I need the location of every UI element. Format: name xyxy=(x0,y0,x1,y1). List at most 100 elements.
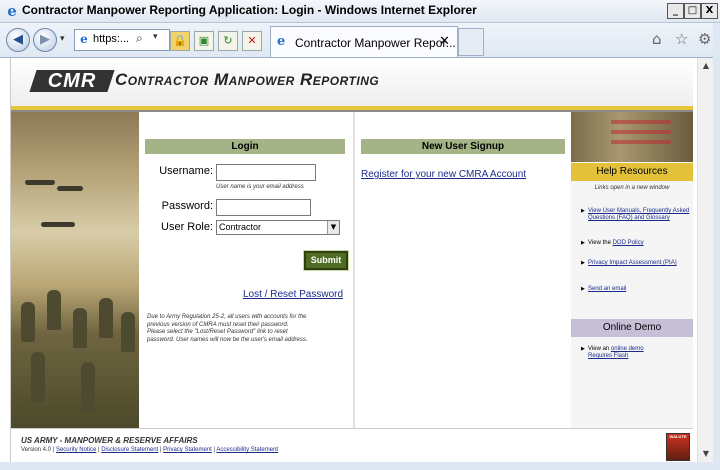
note-line: password. User names will now be the use… xyxy=(147,336,308,343)
username-hint: User name is your email address xyxy=(216,184,304,190)
help-subtitle: Links open in a new window xyxy=(594,185,670,191)
browser-navbar: ◀ ▶ ▾ e https:... ⌕ ▾ 🔒 ▣ ↻ ✕ e Contract… xyxy=(0,23,720,58)
online-demo-header: Online Demo xyxy=(571,319,693,337)
user-role-label: User Role: xyxy=(161,221,213,233)
helicopter-shape xyxy=(25,180,55,185)
password-reset-note: Due to Army Regulation 25-2, all users w… xyxy=(147,314,308,344)
signup-panel: New User Signup Register for your new CM… xyxy=(355,112,571,428)
send-email-link[interactable]: Send an email xyxy=(588,286,626,292)
favorites-icon[interactable]: ☆ xyxy=(675,30,688,48)
note-line: previous version of CMRA must reset thei… xyxy=(147,321,289,328)
back-button[interactable]: ◀ xyxy=(6,28,30,52)
password-input[interactable] xyxy=(216,199,311,216)
flag-stripe xyxy=(611,130,671,134)
user-role-value: Contractor xyxy=(219,222,262,232)
security-notice-link[interactable]: Security Notice xyxy=(56,447,96,453)
window-titlebar: e Contractor Manpower Reporting Applicat… xyxy=(0,0,720,23)
help-item-user-manuals: ▶ View User Manuals, Frequently Asked Qu… xyxy=(581,208,691,230)
flag-stripe xyxy=(611,140,671,144)
banner: CMR Contractor Manpower Reporting xyxy=(11,58,693,106)
close-window-button[interactable]: X xyxy=(701,3,718,19)
bullet-icon: ▶ xyxy=(581,240,585,246)
lost-reset-password-link[interactable]: Lost / Reset Password xyxy=(243,289,343,300)
helicopter-shape xyxy=(41,222,75,227)
accessibility-statement-link[interactable]: Accessibility Statement xyxy=(216,447,278,453)
compatibility-view-icon[interactable]: ▣ xyxy=(194,31,214,51)
address-dropdown-icon[interactable]: ▾ xyxy=(153,32,158,42)
footer-title: US ARMY - MANPOWER & RESERVE AFFAIRS xyxy=(21,436,198,445)
tab-close-icon[interactable]: ✕ xyxy=(439,34,450,49)
help-resources-header: Help Resources xyxy=(571,163,693,181)
maximize-button[interactable]: □ xyxy=(684,3,701,19)
browser-tab[interactable]: e Contractor Manpower Repor... ✕ xyxy=(270,26,458,57)
help-resources-panel: Help Resources Links open in a new windo… xyxy=(571,112,693,428)
scroll-down-icon[interactable]: ▼ xyxy=(698,446,714,462)
version-text: Version 4.0 xyxy=(21,447,52,453)
search-icon[interactable]: ⌕ xyxy=(136,31,143,46)
isalute-logo-text: ISALUTE xyxy=(669,434,687,439)
helicopter-shape xyxy=(57,186,83,191)
scroll-up-icon[interactable]: ▲ xyxy=(698,58,714,74)
login-header: Login xyxy=(145,139,345,154)
note-line: Due to Army Regulation 25-2, all users w… xyxy=(147,314,307,320)
chevron-down-icon[interactable]: ▼ xyxy=(327,221,339,234)
register-link[interactable]: Register for your new CMRA Account xyxy=(361,169,526,180)
new-tab-button[interactable] xyxy=(458,28,484,56)
pia-link[interactable]: Privacy Impact Assessment (PIA) xyxy=(588,260,677,266)
page-content: CMR Contractor Manpower Reporting Login … xyxy=(10,58,693,463)
help-item-pia: ▶ Privacy Impact Assessment (PIA) xyxy=(581,260,691,274)
username-input[interactable] xyxy=(216,164,316,181)
ie-logo-icon: e xyxy=(7,2,17,20)
signup-header: New User Signup xyxy=(361,139,565,154)
address-bar[interactable]: e https:... ⌕ ▾ xyxy=(74,29,170,51)
window-frame-bottom xyxy=(0,462,720,470)
bullet-icon: ▶ xyxy=(581,208,585,214)
footer-links: Version 4.0 | Security Notice | Disclosu… xyxy=(21,447,279,453)
window-frame-right xyxy=(713,23,720,470)
window-title: Contractor Manpower Reporting Applicatio… xyxy=(22,3,477,17)
login-panel: Login Username: User name is your email … xyxy=(139,112,355,428)
dod-policy-link[interactable]: DOD Policy xyxy=(613,240,644,246)
user-role-select[interactable]: Contractor ▼ xyxy=(216,220,340,235)
banner-title: Contractor Manpower Reporting xyxy=(115,70,380,89)
minimize-button[interactable]: _ xyxy=(667,3,684,19)
privacy-statement-link[interactable]: Privacy Statement xyxy=(163,447,212,453)
soldier-shape xyxy=(47,290,61,330)
home-icon[interactable]: ⌂ xyxy=(652,30,662,48)
dod-policy-prefix: View the xyxy=(588,240,613,246)
cmr-logo: CMR xyxy=(29,70,115,92)
recent-pages-dropdown[interactable]: ▾ xyxy=(60,34,65,44)
soldier-shape xyxy=(21,302,35,342)
soldier-shape xyxy=(81,362,95,412)
isalute-logo[interactable]: ISALUTE xyxy=(666,433,690,461)
bullet-icon: ▶ xyxy=(581,346,585,352)
soldier-shape xyxy=(99,298,113,338)
online-demo-link[interactable]: online demo xyxy=(611,346,644,352)
forward-button[interactable]: ▶ xyxy=(33,28,57,52)
flag-stripe xyxy=(611,120,671,124)
username-label: Username: xyxy=(159,165,213,177)
note-line: Please select the "Lost/Reset Password" … xyxy=(147,329,288,335)
requires-flash-link[interactable]: Requires Flash xyxy=(588,353,628,359)
online-demo-prefix: View an xyxy=(588,346,611,352)
password-label: Password: xyxy=(161,200,213,212)
bullet-icon: ▶ xyxy=(581,260,585,266)
submit-button[interactable]: Submit xyxy=(303,250,349,271)
bullet-icon: ▶ xyxy=(581,286,585,292)
vertical-scrollbar[interactable]: ▲ ▼ xyxy=(697,58,714,462)
tools-icon[interactable]: ⚙ xyxy=(698,30,711,48)
cmr-logo-text: CMR xyxy=(47,70,97,92)
tab-ie-icon: e xyxy=(277,34,286,49)
footer: US ARMY - MANPOWER & RESERVE AFFAIRS Ver… xyxy=(11,428,693,463)
page-icon: e xyxy=(80,32,88,46)
soldier-flag-photo xyxy=(571,112,693,162)
soldier-shape xyxy=(31,352,45,402)
refresh-icon[interactable]: ↻ xyxy=(218,31,238,51)
lock-icon[interactable]: 🔒 xyxy=(170,31,190,51)
soldiers-photo xyxy=(11,112,139,428)
disclosure-statement-link[interactable]: Disclosure Statement xyxy=(101,447,158,453)
soldier-shape xyxy=(73,308,87,348)
stop-icon[interactable]: ✕ xyxy=(242,31,262,51)
user-manuals-link[interactable]: View User Manuals, Frequently Asked Ques… xyxy=(588,208,689,221)
soldier-shape xyxy=(121,312,135,352)
